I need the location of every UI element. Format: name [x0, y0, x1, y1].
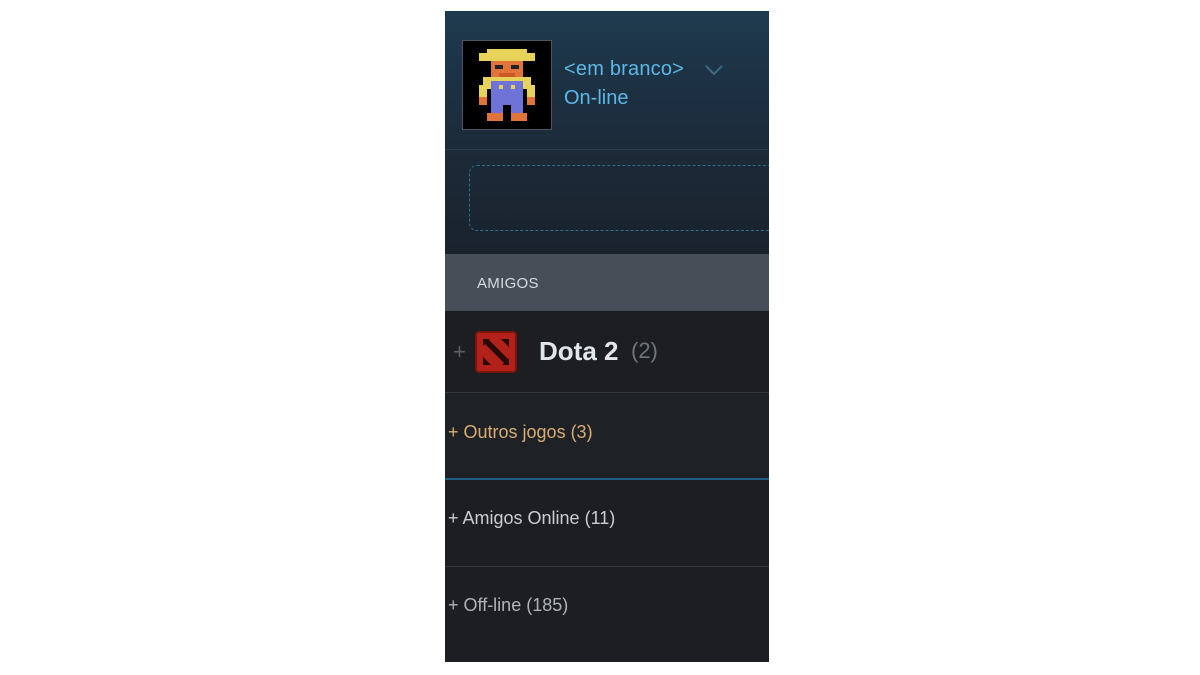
header-divider — [445, 149, 769, 150]
group-label-online-friends: + Amigos Online (11) — [448, 508, 616, 528]
game-title: Dota 2 — [539, 336, 619, 366]
username-row[interactable]: <em branco> — [564, 58, 724, 81]
friends-section-header: AMIGOS — [445, 254, 769, 311]
group-offline-friends[interactable]: + Off-line (185) — [445, 567, 769, 662]
profile-header: <em branco> On-line — [445, 11, 769, 254]
friends-panel: <em branco> On-line AMIGOS + Dota 2 (2) … — [445, 11, 769, 662]
group-other-games[interactable]: + Outros jogos (3) — [445, 393, 769, 480]
expand-plus-icon[interactable]: + — [453, 339, 466, 365]
status-text: On-line — [564, 87, 629, 109]
group-label-offline-friends: + Off-line (185) — [448, 595, 569, 615]
avatar[interactable] — [462, 40, 552, 130]
game-group-dota2[interactable]: + Dota 2 (2) — [445, 311, 769, 393]
group-label-other-games: + Outros jogos (3) — [448, 422, 593, 442]
pixel-farmer-avatar-icon — [479, 49, 535, 121]
friends-header-label: AMIGOS — [477, 275, 539, 292]
status-message-input[interactable] — [469, 165, 769, 231]
dota-2-icon — [475, 331, 517, 373]
game-friend-count: (2) — [631, 338, 658, 363]
group-online-friends[interactable]: + Amigos Online (11) — [445, 480, 769, 567]
chevron-down-icon[interactable] — [704, 63, 724, 77]
username[interactable]: <em branco> — [564, 58, 684, 81]
